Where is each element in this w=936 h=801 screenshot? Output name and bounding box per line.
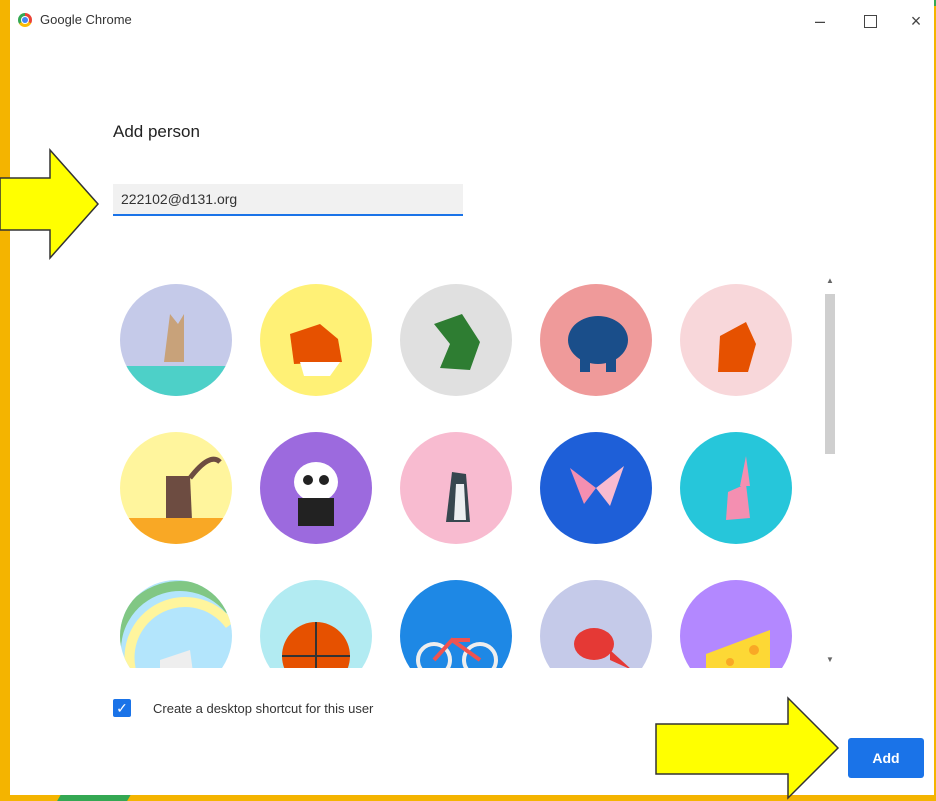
email-field[interactable] bbox=[113, 184, 463, 216]
arrow-right-icon bbox=[0, 148, 100, 260]
chrome-window: Google Chrome – × Add person ▲ ▼ ✓ Creat… bbox=[10, 0, 934, 795]
avatar-option-corgi[interactable] bbox=[260, 284, 372, 396]
add-button[interactable]: Add bbox=[848, 738, 924, 778]
title-bar: Google Chrome – × bbox=[10, 0, 934, 42]
elephant-icon bbox=[540, 284, 652, 396]
maximize-icon bbox=[863, 15, 877, 28]
avatar-grid bbox=[110, 272, 820, 668]
cat-icon bbox=[120, 284, 232, 396]
avatar-option-monkey[interactable] bbox=[120, 432, 232, 544]
butterfly-icon bbox=[540, 432, 652, 544]
minimize-button[interactable]: – bbox=[806, 8, 834, 34]
avatar-option-elephant[interactable] bbox=[540, 284, 652, 396]
avatar-option-bike[interactable] bbox=[400, 580, 512, 668]
dragon-icon bbox=[400, 284, 512, 396]
maximize-button[interactable] bbox=[856, 8, 884, 34]
close-button[interactable]: × bbox=[902, 8, 930, 34]
unicorn-icon bbox=[120, 580, 232, 668]
scroll-down-icon[interactable]: ▼ bbox=[826, 655, 834, 664]
penguin-icon bbox=[400, 432, 512, 544]
avatar-option-butterfly[interactable] bbox=[540, 432, 652, 544]
scroll-thumb[interactable] bbox=[825, 294, 835, 454]
panda-icon bbox=[260, 432, 372, 544]
avatar-option-unicorn[interactable] bbox=[120, 580, 232, 668]
scroll-up-icon[interactable]: ▲ bbox=[826, 276, 834, 285]
avatar-option-dragon[interactable] bbox=[400, 284, 512, 396]
bike-icon bbox=[400, 580, 512, 668]
window-title: Google Chrome bbox=[40, 12, 132, 27]
cheese-icon bbox=[680, 580, 792, 668]
bird-icon bbox=[540, 580, 652, 668]
page-title: Add person bbox=[113, 122, 200, 141]
avatar-option-panda[interactable] bbox=[260, 432, 372, 544]
avatar-option-penguin[interactable] bbox=[400, 432, 512, 544]
chrome-logo-icon bbox=[18, 13, 32, 27]
avatar-option-cat[interactable] bbox=[120, 284, 232, 396]
shortcut-label: Create a desktop shortcut for this user bbox=[153, 701, 374, 716]
shortcut-checkbox[interactable]: ✓ bbox=[113, 699, 131, 717]
avatar-option-basketball[interactable] bbox=[260, 580, 372, 668]
rabbit-icon bbox=[680, 432, 792, 544]
fox-icon bbox=[680, 284, 792, 396]
avatar-option-bird[interactable] bbox=[540, 580, 652, 668]
basketball-icon bbox=[260, 580, 372, 668]
monkey-icon bbox=[120, 432, 232, 544]
avatar-option-rabbit[interactable] bbox=[680, 432, 792, 544]
avatar-option-fox[interactable] bbox=[680, 284, 792, 396]
avatar-option-cheese[interactable] bbox=[680, 580, 792, 668]
arrow-right-icon bbox=[655, 696, 840, 800]
corgi-icon bbox=[260, 284, 372, 396]
scrollbar[interactable]: ▲ ▼ bbox=[822, 272, 838, 668]
